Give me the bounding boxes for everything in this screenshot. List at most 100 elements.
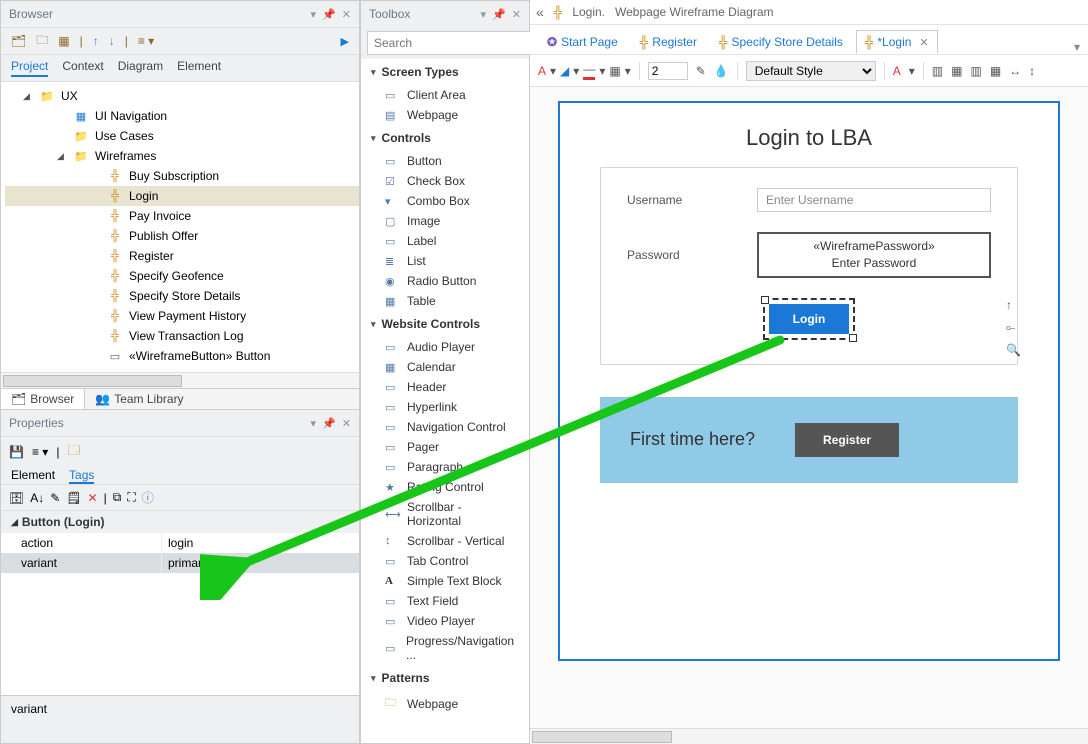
toolbox-group[interactable]: Controls [361, 125, 529, 151]
tab-project[interactable]: Project [11, 59, 48, 77]
menu-icon[interactable]: ≡ ▾ [32, 445, 48, 459]
tree-node[interactable]: Publish Offer [129, 229, 198, 243]
expand-toggle[interactable]: ◢ [57, 151, 67, 162]
close-icon[interactable]: ✕ [512, 8, 521, 21]
toolbox-list[interactable]: Screen Types ▭Client Area ▤Webpage Contr… [361, 59, 529, 743]
move-up-icon[interactable]: ↑ [1006, 298, 1021, 312]
dropdown-icon[interactable]: ▾ [311, 417, 317, 430]
toolbox-item[interactable]: ▢Image [361, 211, 529, 231]
dist-h-icon[interactable]: ↔ [1009, 64, 1021, 78]
tool-categorize-icon[interactable]: 🗄 [9, 491, 24, 505]
tree-node[interactable]: Use Cases [95, 129, 154, 143]
toolbox-item[interactable]: ⟷Scrollbar - Horizontal [361, 497, 529, 531]
font-color-icon[interactable]: A [538, 64, 546, 78]
tabs-dropdown-icon[interactable]: ▾ [1074, 40, 1080, 54]
password-field[interactable]: «WireframePassword» Enter Password [757, 232, 991, 278]
new-package-icon[interactable]: 🗂 [11, 34, 26, 48]
toolbox-item[interactable]: ▭Header [361, 377, 529, 397]
close-tab-icon[interactable]: ✕ [919, 36, 928, 49]
textcolor2-icon[interactable]: A [893, 64, 901, 78]
toolbox-item[interactable]: ▭Progress/Navigation ... [361, 631, 529, 665]
nav-up-icon[interactable]: ↑ [93, 34, 99, 48]
toolbox-item[interactable]: ↕Scrollbar - Vertical [361, 531, 529, 551]
toolbox-item[interactable]: ▭Client Area [361, 85, 529, 105]
tree-node[interactable]: «WireframeButton» Button [129, 349, 270, 363]
prop-value[interactable]: primary [161, 553, 359, 573]
tab-diagram[interactable]: Diagram [118, 59, 163, 77]
toolbox-group[interactable]: Patterns [361, 665, 529, 691]
toolbox-item[interactable]: ▭Audio Player [361, 337, 529, 357]
tree-node[interactable]: Wireframes [95, 149, 156, 163]
toolbox-item[interactable]: ASimple Text Block [361, 571, 529, 591]
toolbox-item[interactable]: ▭Navigation Control [361, 417, 529, 437]
style-select[interactable]: Default Style [746, 61, 876, 81]
tab-specify-store[interactable]: Specify Store Details [710, 30, 852, 54]
toolbox-item[interactable]: ▦Calendar [361, 357, 529, 377]
toolbox-item[interactable]: ▭Button [361, 151, 529, 171]
nav-down-icon[interactable]: ↓ [109, 34, 115, 48]
tab-login[interactable]: *Login✕ [856, 30, 938, 54]
toolbox-item[interactable]: ▭Label [361, 231, 529, 251]
tool-note-icon[interactable]: 🗒 [66, 491, 81, 505]
brush-icon[interactable]: ✎ [696, 64, 706, 78]
footer-tab-team[interactable]: 👥Team Library [85, 389, 193, 409]
toolbox-item[interactable]: ★Rating Control [361, 477, 529, 497]
expand-toggle[interactable]: ◢ [23, 91, 33, 102]
tool-edit-icon[interactable]: ✎ [50, 491, 60, 505]
pin-icon[interactable]: 📌 [322, 8, 336, 21]
tree-node[interactable]: Buy Subscription [129, 169, 219, 183]
tab-register[interactable]: Register [631, 30, 706, 54]
toolbox-item[interactable]: ▭Text Field [361, 591, 529, 611]
footer-tab-browser[interactable]: 🗂Browser [1, 389, 85, 409]
align-right-icon[interactable]: ▥ [970, 64, 981, 78]
toolbox-item[interactable]: ▭Tab Control [361, 551, 529, 571]
tab-context[interactable]: Context [62, 59, 103, 77]
tool-copy-icon[interactable]: ⧉ [113, 490, 122, 505]
toolbox-item[interactable]: ▭Video Player [361, 611, 529, 631]
dropdown-icon[interactable]: ▾ [481, 8, 487, 21]
close-icon[interactable]: ✕ [342, 8, 351, 21]
line-weight-input[interactable] [648, 62, 688, 80]
toolbox-item[interactable]: ▾Combo Box [361, 191, 529, 211]
tool-struct-icon[interactable]: ⛶ [127, 490, 135, 505]
toolbox-item[interactable]: 🗀Webpage [361, 691, 529, 716]
selection-frame[interactable]: Login [763, 298, 856, 340]
toolbox-item[interactable]: ▭Pager [361, 437, 529, 457]
toolbox-item[interactable]: ≣List [361, 251, 529, 271]
model-tree[interactable]: ◢UX UI Navigation Use Cases ◢Wireframes … [1, 82, 359, 372]
username-field[interactable]: Enter Username [757, 188, 991, 212]
tool-sort-icon[interactable]: A↓ [30, 491, 44, 505]
drop-icon[interactable]: 💧 [714, 64, 729, 78]
close-icon[interactable]: ✕ [342, 417, 351, 430]
align-top-icon[interactable]: ▦ [990, 64, 1001, 78]
horizontal-scrollbar[interactable] [1, 372, 359, 388]
tab-element[interactable]: Element [11, 468, 55, 484]
line-color-icon[interactable]: ― [583, 62, 595, 80]
quicklink-icon[interactable]: ⟜ [1006, 320, 1021, 335]
dropdown-icon[interactable]: ▾ [311, 8, 317, 21]
palette-icon[interactable]: ▦ [609, 64, 620, 78]
tree-node-login[interactable]: Login [129, 189, 158, 203]
tree-node[interactable]: Specify Geofence [129, 269, 224, 283]
zoom-icon[interactable]: 🔍 [1006, 343, 1021, 357]
align-left-icon[interactable]: ▥ [932, 64, 943, 78]
toolbox-item[interactable]: ▭Hyperlink [361, 397, 529, 417]
toolbox-group[interactable]: Website Controls [361, 311, 529, 337]
options-icon[interactable]: 🗔 [67, 441, 80, 462]
dist-v-icon[interactable]: ↕ [1029, 64, 1035, 78]
toolbox-item[interactable]: ◉Radio Button [361, 271, 529, 291]
align-center-icon[interactable]: ▦ [951, 64, 962, 78]
toolbox-item[interactable]: ▤Webpage [361, 105, 529, 125]
tree-node[interactable]: Register [129, 249, 174, 263]
pin-icon[interactable]: 📌 [322, 417, 336, 430]
tree-node[interactable]: Pay Invoice [129, 209, 191, 223]
prop-value[interactable]: login [161, 533, 359, 553]
tree-node[interactable]: View Payment History [129, 309, 246, 323]
tree-node-ux[interactable]: UX [61, 89, 78, 103]
design-canvas[interactable]: Login to LBA Username Enter Username Pas… [558, 101, 1060, 661]
pin-icon[interactable]: 📌 [492, 8, 506, 21]
tab-start-page[interactable]: Start Page [538, 30, 627, 54]
hamburger-icon[interactable]: ≡ ▾ [138, 34, 154, 48]
collapse-icon[interactable]: « [536, 4, 544, 20]
tool-info-icon[interactable]: ⓘ [142, 489, 154, 506]
